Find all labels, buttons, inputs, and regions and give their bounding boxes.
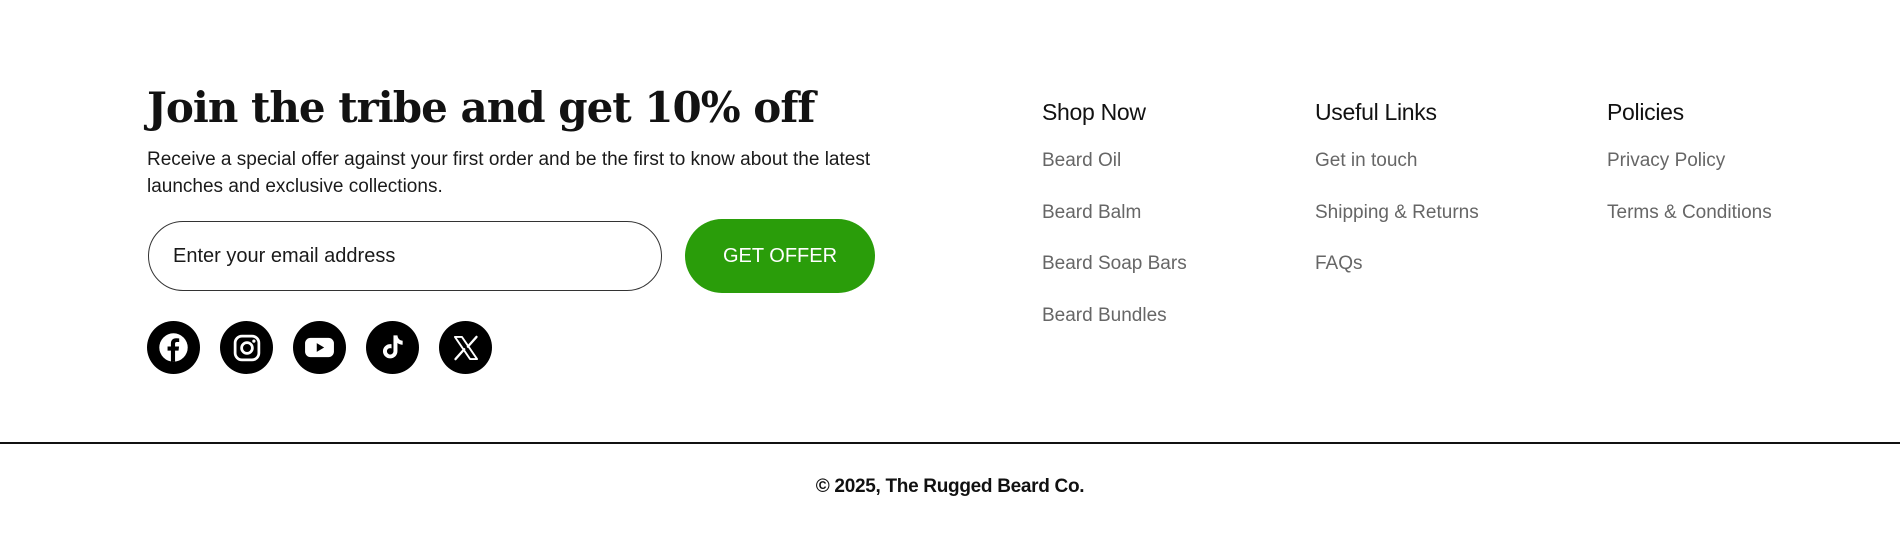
link-terms-conditions[interactable]: Terms & Conditions xyxy=(1607,202,1772,223)
link-privacy-policy[interactable]: Privacy Policy xyxy=(1607,150,1725,171)
link-shipping-returns[interactable]: Shipping & Returns xyxy=(1315,202,1479,223)
instagram-link[interactable] xyxy=(220,321,273,374)
x-icon xyxy=(453,335,478,360)
column-title: Shop Now xyxy=(1042,99,1146,125)
column-title: Policies xyxy=(1607,99,1684,125)
newsletter-section: Join the tribe and get 10% off Receive a… xyxy=(147,80,887,374)
link-faqs[interactable]: FAQs xyxy=(1315,253,1363,274)
newsletter-headline: Join the tribe and get 10% off xyxy=(147,83,815,132)
useful-links-column: Useful Links Get in touch Shipping & Ret… xyxy=(1315,96,1479,303)
link-beard-bundles[interactable]: Beard Bundles xyxy=(1042,305,1167,326)
social-links xyxy=(147,321,492,374)
youtube-icon xyxy=(305,337,334,358)
email-input[interactable] xyxy=(148,221,662,291)
copyright-text: © 2025, The Rugged Beard Co. xyxy=(815,476,1085,497)
instagram-icon xyxy=(233,334,260,361)
policies-column: Policies Privacy Policy Terms & Conditio… xyxy=(1607,96,1772,251)
facebook-icon xyxy=(159,333,188,362)
youtube-link[interactable] xyxy=(293,321,346,374)
newsletter-form: GET OFFER xyxy=(147,219,887,293)
link-beard-balm[interactable]: Beard Balm xyxy=(1042,202,1141,223)
footer-divider xyxy=(0,442,1900,444)
tiktok-link[interactable] xyxy=(366,321,419,374)
newsletter-description: Receive a special offer against your fir… xyxy=(147,149,871,197)
x-link[interactable] xyxy=(439,321,492,374)
facebook-link[interactable] xyxy=(147,321,200,374)
column-title: Useful Links xyxy=(1315,99,1437,125)
shop-now-column: Shop Now Beard Oil Beard Balm Beard Soap… xyxy=(1042,96,1187,354)
tiktok-icon xyxy=(382,335,403,359)
link-beard-oil[interactable]: Beard Oil xyxy=(1042,150,1121,171)
link-beard-soap-bars[interactable]: Beard Soap Bars xyxy=(1042,253,1187,274)
link-get-in-touch[interactable]: Get in touch xyxy=(1315,150,1417,171)
get-offer-button[interactable]: GET OFFER xyxy=(685,219,875,293)
